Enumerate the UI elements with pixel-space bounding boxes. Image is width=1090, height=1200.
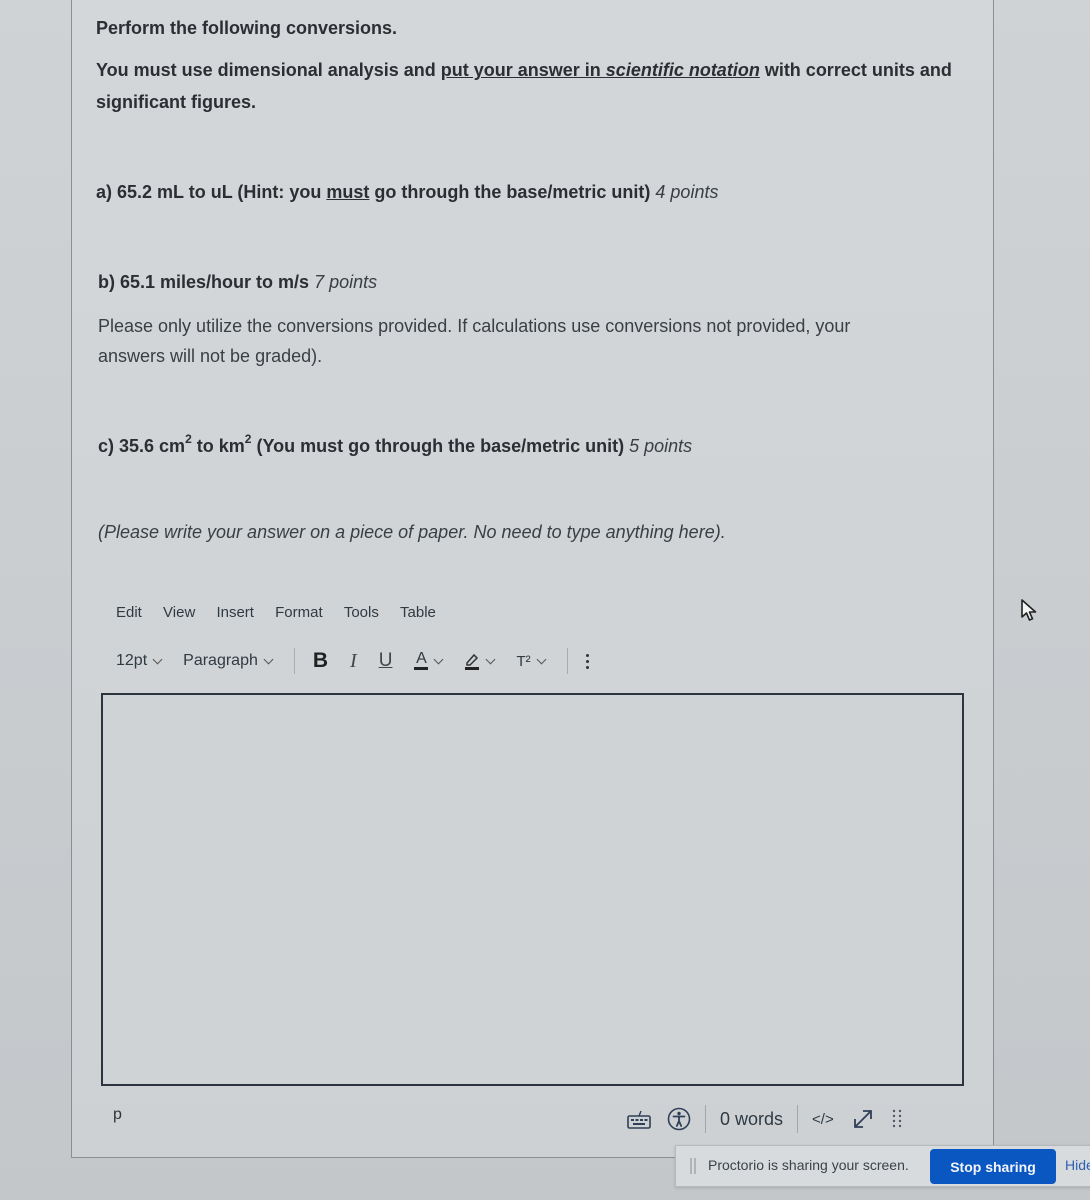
part-c-points: 5 points — [629, 436, 693, 456]
sharing-message: Proctorio is sharing your screen. — [708, 1157, 909, 1173]
html-editor-toggle[interactable]: </> — [812, 1111, 834, 1128]
intro-text: Perform the following conversions. — [96, 18, 398, 38]
toolbar-divider — [566, 648, 568, 674]
paper-note-text: (Please write your answer on a piece of … — [98, 522, 726, 542]
part-b-points: 7 points — [314, 272, 378, 292]
statusbar-divider — [797, 1105, 799, 1133]
highlighter-icon — [465, 653, 480, 670]
block-format-value: Paragraph — [183, 652, 258, 669]
mouse-cursor-icon — [1021, 599, 1037, 621]
underline-icon: U — [378, 650, 393, 671]
question-intro: Perform the following conversions. — [96, 18, 397, 39]
instructions-line2-text: significant figures. — [96, 92, 257, 112]
resize-handle-icon[interactable] — [892, 1108, 902, 1130]
fullscreen-icon[interactable] — [852, 1108, 874, 1130]
instructions-line1: You must use dimensional analysis and pu… — [96, 60, 952, 81]
menu-insert[interactable]: Insert — [216, 604, 254, 621]
part-c-suffix: (You must go through the base/metric uni… — [251, 436, 625, 456]
chevron-down-icon — [536, 654, 547, 664]
instructions-text: You must use dimensional analysis and — [96, 60, 441, 80]
instructions-line2: significant figures. — [96, 92, 256, 113]
keyboard-icon[interactable] — [627, 1109, 651, 1129]
part-b-note-text-2: answers will not be graded). — [98, 346, 323, 366]
chevron-down-icon — [433, 654, 444, 664]
page: Perform the following conversions. You m… — [0, 0, 1090, 1200]
superscript-icon: T² — [516, 652, 531, 670]
element-path[interactable]: p — [113, 1106, 122, 1124]
part-a-points: 4 points — [655, 182, 719, 202]
font-size-value: 12pt — [116, 652, 148, 669]
italic-button[interactable]: I — [350, 650, 357, 673]
rich-text-editor[interactable] — [101, 693, 964, 1086]
font-size-select[interactable]: 12pt — [116, 652, 163, 670]
part-a: a) 65.2 mL to uL (Hint: you must go thro… — [96, 182, 718, 203]
part-b-note-line2: answers will not be graded). — [98, 346, 322, 367]
part-a-text: a) 65.2 mL to uL (Hint: you — [96, 182, 327, 202]
superscript-button[interactable]: T² — [516, 652, 547, 670]
menu-tools[interactable]: Tools — [344, 604, 379, 621]
highlight-color-button[interactable] — [464, 652, 496, 670]
instructions-underlined: put your answer in — [440, 60, 606, 80]
instructions-text-2: with correct units and — [759, 60, 952, 80]
paper-note: (Please write your answer on a piece of … — [98, 522, 726, 543]
hide-banner-link[interactable]: Hide — [1065, 1157, 1090, 1173]
chevron-down-icon — [485, 654, 496, 664]
instructions-sci-notation: scientific notation — [605, 60, 760, 80]
editor-menubar: Edit View Insert Format Tools Table — [116, 604, 453, 621]
part-c-sup1: 2 — [185, 432, 192, 446]
part-c: c) 35.6 cm2 to km2 (You must go through … — [98, 432, 693, 457]
part-a-suffix: go through the base/metric unit) — [369, 182, 651, 202]
editor-toolbar: 12pt Paragraph B I U A T² — [116, 648, 589, 674]
part-a-must: must — [326, 182, 370, 202]
more-options-icon[interactable] — [585, 653, 589, 669]
toolbar-divider — [293, 648, 295, 674]
menu-edit[interactable]: Edit — [116, 604, 142, 621]
part-b-note-text: Please only utilize the conversions prov… — [98, 316, 851, 336]
text-color-icon: A — [414, 650, 429, 670]
part-c-mid: to km — [191, 436, 245, 456]
chevron-down-icon — [263, 654, 274, 664]
screen-sharing-banner: Proctorio is sharing your screen. Stop s… — [675, 1145, 1090, 1187]
bold-button[interactable]: B — [313, 649, 328, 673]
bold-icon: B — [312, 649, 329, 672]
accessibility-icon[interactable] — [667, 1107, 691, 1131]
word-count[interactable]: 0 words — [720, 1109, 783, 1130]
text-color-glyph: A — [416, 650, 427, 667]
part-c-text: c) 35.6 cm — [98, 436, 186, 456]
text-color-button[interactable]: A — [414, 650, 444, 670]
menu-format[interactable]: Format — [275, 604, 323, 621]
part-b-text: b) 65.1 miles/hour to m/s — [98, 272, 310, 292]
part-b-note-line1: Please only utilize the conversions prov… — [98, 316, 850, 337]
italic-icon: I — [350, 649, 357, 672]
menu-view[interactable]: View — [163, 604, 195, 621]
part-c-sup2: 2 — [244, 432, 252, 446]
menu-table[interactable]: Table — [400, 604, 436, 621]
chevron-down-icon — [152, 654, 163, 664]
part-b: b) 65.1 miles/hour to m/s 7 points — [98, 272, 377, 293]
stop-sharing-button[interactable]: Stop sharing — [930, 1149, 1056, 1184]
block-format-select[interactable]: Paragraph — [183, 652, 274, 670]
statusbar-divider — [705, 1105, 706, 1133]
editor-statusbar: p 0 words </> — [80, 1100, 980, 1140]
drag-handle-icon[interactable] — [690, 1158, 696, 1174]
underline-button[interactable]: U — [379, 650, 393, 672]
